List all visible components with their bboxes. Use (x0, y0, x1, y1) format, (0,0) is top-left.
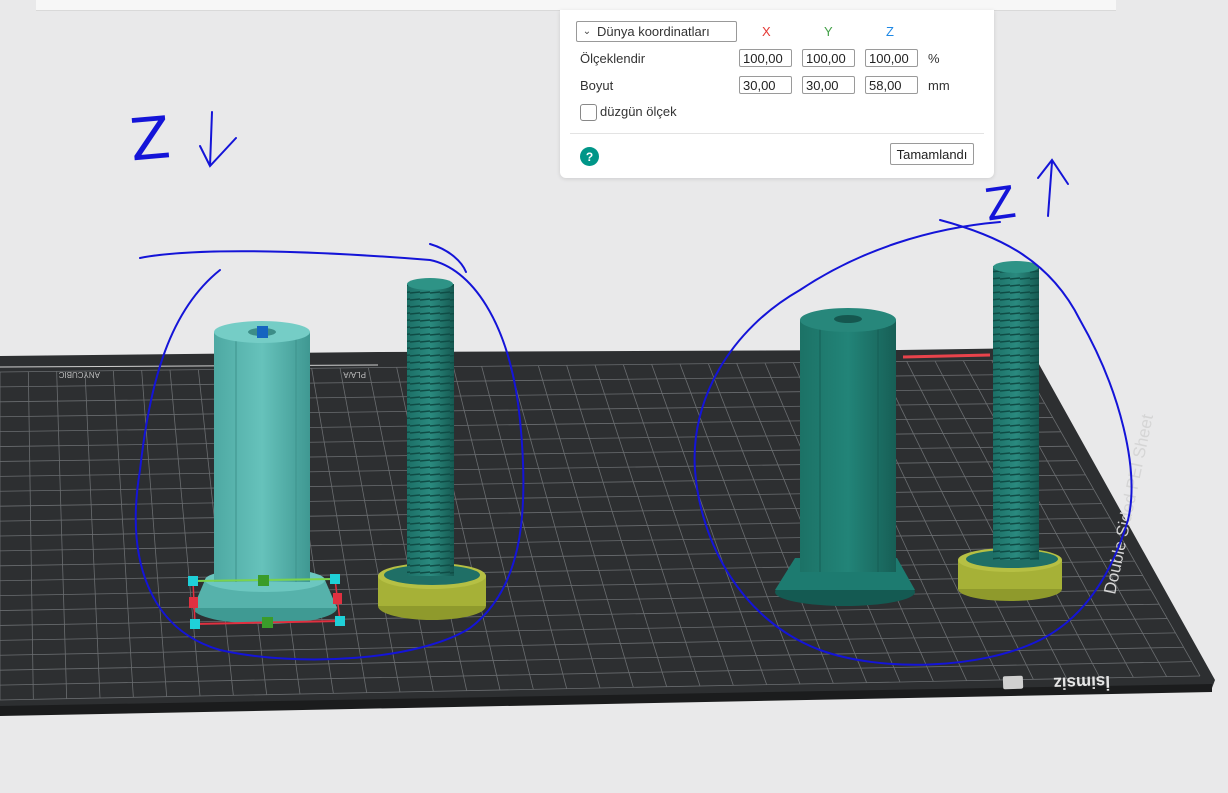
uniform-scale-checkbox[interactable] (580, 104, 597, 121)
gizmo-handle[interactable] (333, 593, 342, 604)
left-z-mark: Z (127, 103, 173, 174)
gizmo-handle[interactable] (190, 619, 200, 629)
panel-divider (570, 133, 984, 134)
question-icon[interactable]: ? (580, 147, 599, 166)
plate-name: İsimsiz (1053, 672, 1110, 693)
gizmo-handle[interactable] (258, 575, 269, 586)
axis-header-y: Y (824, 24, 833, 39)
axis-header-z: Z (886, 24, 894, 39)
gizmo-handle[interactable] (335, 616, 345, 626)
done-button[interactable]: Tamamlandı (890, 143, 974, 165)
scale-panel: ⌄ Dünya koordinatları X Y Z Ölçeklendir … (560, 10, 994, 178)
coordinate-mode-value: Dünya koordinatları (597, 24, 710, 39)
gizmo-handle[interactable] (188, 576, 198, 586)
gizmo-handle[interactable] (257, 326, 268, 338)
right-z-mark: Z (982, 177, 1019, 232)
scale-label: Ölçeklendir (580, 51, 646, 66)
plate-corner-label-back: ANYCUBIC (58, 370, 100, 379)
size-x-input[interactable] (739, 76, 792, 94)
gizmo-handle[interactable] (330, 574, 340, 584)
scale-y-input[interactable] (802, 49, 855, 67)
size-z-input[interactable] (865, 76, 918, 94)
scale-unit: % (928, 51, 940, 66)
scale-x-input[interactable] (739, 49, 792, 67)
coordinate-mode-dropdown[interactable]: ⌄ Dünya koordinatları (576, 21, 737, 42)
axis-header-x: X (762, 24, 771, 39)
gizmo-handle[interactable] (189, 597, 198, 608)
gizmo-handle[interactable] (262, 617, 273, 628)
chevron-down-icon: ⌄ (582, 26, 592, 37)
plate-corner-label-left: PLA/A (343, 370, 366, 379)
uniform-scale-label: düzgün ölçek (600, 104, 677, 119)
scale-z-input[interactable] (865, 49, 918, 67)
size-unit: mm (928, 78, 950, 93)
size-y-input[interactable] (802, 76, 855, 94)
size-label: Boyut (580, 78, 614, 93)
